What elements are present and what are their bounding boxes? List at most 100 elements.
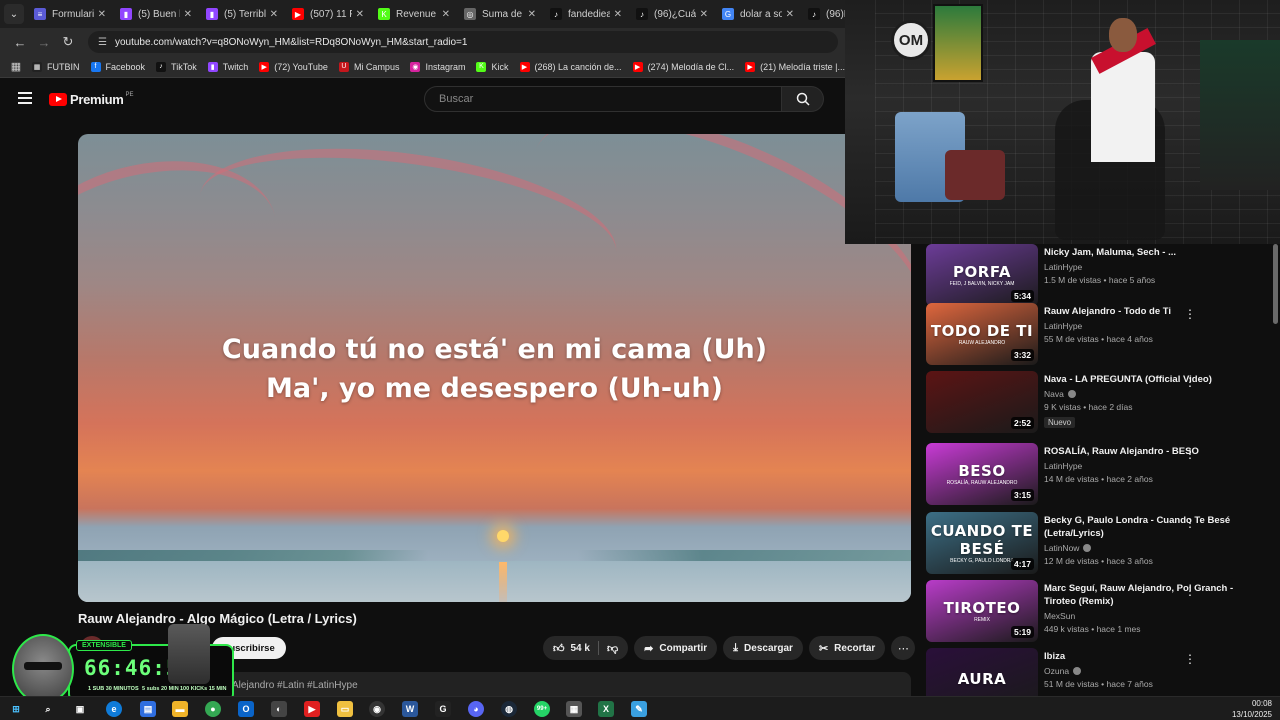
browser-tab[interactable]: ≡ Formulario ✕ <box>28 2 112 26</box>
system-clock[interactable]: 00:08 13/10/2025 <box>1232 698 1272 720</box>
sidebar-scrollbar[interactable] <box>1273 244 1278 324</box>
calculator-icon[interactable]: ▦ <box>566 701 582 717</box>
bookmark-item[interactable]: ▶ (274) Melodía de Cl... <box>632 61 734 72</box>
video-thumbnail[interactable]: TIROTEO REMIX 5:19 <box>926 580 1038 642</box>
recommendation-channel[interactable]: LatinHype <box>1044 262 1244 272</box>
folder-icon[interactable]: ▬ <box>172 701 188 717</box>
obs-icon[interactable]: ◉ <box>369 701 385 717</box>
search-icon[interactable]: ⌕ <box>40 701 56 717</box>
recommendation-item[interactable]: PORFA FEID, J BALVIN, NICKY JAM 5:34 Nicky … <box>926 244 1276 306</box>
share-button[interactable]: ➦ Compartir <box>634 636 718 660</box>
recommendation-item[interactable]: 2:52 Nava - LA PREGUNTA (Official Video) N… <box>926 371 1276 433</box>
clip-button[interactable]: ✂ Recortar <box>808 636 886 660</box>
word-icon[interactable]: W <box>402 701 418 717</box>
recommendation-item[interactable]: CUANDO TE BESÉ BECKY G, PAULO LONDRA 4:17 B… <box>926 512 1276 574</box>
recommendation-title[interactable]: ROSALÍA, Rauw Alejandro - BESO <box>1044 445 1244 458</box>
more-options-icon[interactable]: ⋮ <box>1184 447 1196 461</box>
tab-close-icon[interactable]: ✕ <box>98 9 106 20</box>
video-thumbnail[interactable]: BESO ROSALÍA, RAUW ALEJANDRO 3:15 <box>926 443 1038 505</box>
browser-tab[interactable]: ♪ fandedieal ✕ <box>544 2 628 26</box>
back-icon[interactable]: ← <box>8 30 32 54</box>
recommendation-channel[interactable]: LatinNow <box>1044 543 1244 553</box>
bookmark-item[interactable]: ▮ Twitch <box>207 61 248 72</box>
chrome-icon[interactable]: ● <box>205 701 221 717</box>
bookmark-item[interactable]: U Mi Campus <box>338 61 399 72</box>
recommendation-channel[interactable]: MexSun <box>1044 611 1244 621</box>
steam-icon[interactable]: ◍ <box>501 701 517 717</box>
app-icon[interactable]: ◐ <box>271 701 287 717</box>
url-field[interactable]: ☰ youtube.com/watch?v=q8ONoWyn_HM&list=R… <box>88 31 838 53</box>
outlook-icon[interactable]: O <box>238 701 254 717</box>
search-input[interactable]: Buscar <box>424 86 782 112</box>
video-thumbnail[interactable]: CUANDO TE BESÉ BECKY G, PAULO LONDRA 4:17 <box>926 512 1038 574</box>
browser-tab[interactable]: K Revenue - ✕ <box>372 2 456 26</box>
store-icon[interactable]: ▤ <box>140 701 156 717</box>
more-options-icon[interactable]: ⋮ <box>1184 652 1196 666</box>
recommendation-title[interactable]: Nicky Jam, Maluma, Sech - ... <box>1044 246 1244 259</box>
more-options-icon[interactable]: ⋮ <box>1184 516 1196 530</box>
more-actions-icon[interactable]: ⋯ <box>891 636 916 660</box>
tab-close-icon[interactable]: ✕ <box>614 9 622 20</box>
edge-icon[interactable]: e <box>106 701 122 717</box>
recommendation-title[interactable]: Marc Seguí, Rauw Alejandro, Pol Granch -… <box>1044 582 1244 608</box>
recommendation-title[interactable]: Ibiza <box>1044 650 1244 663</box>
download-button[interactable]: ⤓ Descargar <box>723 636 803 660</box>
youtube-premium-logo[interactable]: Premium PE <box>49 92 134 107</box>
bookmark-item[interactable]: ▦ FUTBIN <box>32 61 80 72</box>
recommendation-channel[interactable]: Ozuna <box>1044 666 1244 676</box>
tab-close-icon[interactable]: ✕ <box>442 9 450 20</box>
apps-grid-icon[interactable]: ▦ <box>8 55 24 79</box>
recommendation-title[interactable]: Becky G, Paulo Londra - Cuando Te Besé (… <box>1044 514 1244 540</box>
bookmark-item[interactable]: f Facebook <box>90 61 145 72</box>
tab-search-button[interactable]: ⌄ <box>4 4 24 24</box>
tab-close-icon[interactable]: ✕ <box>700 9 708 20</box>
browser-tab[interactable]: ♪ (96)¿Cuán ✕ <box>630 2 714 26</box>
paint-icon[interactable]: ✎ <box>631 701 647 717</box>
discord-icon[interactable]: ◕ <box>468 701 484 717</box>
recommendation-channel[interactable]: Nava <box>1044 389 1244 399</box>
recommendation-item[interactable]: TIROTEO REMIX 5:19 Marc Seguí, Rauw Alejand… <box>926 580 1276 642</box>
recommendation-channel[interactable]: LatinHype <box>1044 321 1244 331</box>
youtube-app-icon[interactable]: ▶ <box>304 701 320 717</box>
like-count[interactable]: 54 k <box>571 643 590 654</box>
tab-close-icon[interactable]: ✕ <box>528 9 536 20</box>
whatsapp-icon[interactable]: 99+ <box>534 701 550 717</box>
tab-close-icon[interactable]: ✕ <box>184 9 192 20</box>
bookmark-item[interactable]: ▶ (21) Melodía triste |... <box>745 61 845 72</box>
forward-icon[interactable]: → <box>32 30 56 54</box>
task-view-icon[interactable]: ▣ <box>72 701 88 717</box>
tab-close-icon[interactable]: ✕ <box>270 9 278 20</box>
excel-icon[interactable]: X <box>598 701 614 717</box>
video-thumbnail[interactable]: PORFA FEID, J BALVIN, NICKY JAM 5:34 <box>926 244 1038 306</box>
more-options-icon[interactable]: ⋮ <box>1184 375 1196 389</box>
more-options-icon[interactable]: ⋮ <box>1184 584 1196 598</box>
recommendation-item[interactable]: BESO ROSALÍA, RAUW ALEJANDRO 3:15 ROSALÍA, … <box>926 443 1276 505</box>
more-options-icon[interactable]: ⋮ <box>1184 307 1196 321</box>
start-icon[interactable]: ⊞ <box>8 701 24 717</box>
video-thumbnail[interactable]: TODO DE TI RAUW ALEJANDRO 3:32 <box>926 303 1038 365</box>
browser-tab[interactable]: ▮ (5) Buen k ✕ <box>114 2 198 26</box>
browser-tab[interactable]: ▮ (5) Terrible ✕ <box>200 2 284 26</box>
bookmark-item[interactable]: ▶ (268) La canción de... <box>519 61 622 72</box>
files-icon[interactable]: ▭ <box>337 701 353 717</box>
like-icon[interactable]: 👍︎ <box>553 642 565 655</box>
browser-tab[interactable]: ▶ (507) 11 P ✕ <box>286 2 370 26</box>
tab-close-icon[interactable]: ✕ <box>356 9 364 20</box>
recommendation-channel[interactable]: LatinHype <box>1044 461 1244 471</box>
reload-icon[interactable]: ↻ <box>56 30 80 54</box>
bookmark-item[interactable]: ◉ Instagram <box>410 61 465 72</box>
recommendation-item[interactable]: TODO DE TI RAUW ALEJANDRO 3:32 Rauw Alejand… <box>926 303 1276 365</box>
search-button[interactable] <box>782 86 824 112</box>
video-thumbnail[interactable]: 2:52 <box>926 371 1038 433</box>
bookmark-item[interactable]: ▶ (72) YouTube <box>259 61 328 72</box>
app-g-icon[interactable]: G <box>435 701 451 717</box>
bookmark-item[interactable]: ♪ TikTok <box>156 61 197 72</box>
recommendation-title[interactable]: Nava - LA PREGUNTA (Official Video) <box>1044 373 1244 386</box>
description-tags[interactable]: Alejandro #Latin #LatinHype <box>232 680 358 691</box>
recommendation-title[interactable]: Rauw Alejandro - Todo de Ti <box>1044 305 1244 318</box>
site-info-icon[interactable]: ☰ <box>98 37 107 48</box>
browser-tab[interactable]: ◎ Suma de s ✕ <box>458 2 542 26</box>
dislike-icon[interactable]: 👎︎ <box>607 642 618 655</box>
bookmark-item[interactable]: K Kick <box>476 61 509 72</box>
browser-tab[interactable]: Gdolar a sol ✕ <box>716 2 800 26</box>
